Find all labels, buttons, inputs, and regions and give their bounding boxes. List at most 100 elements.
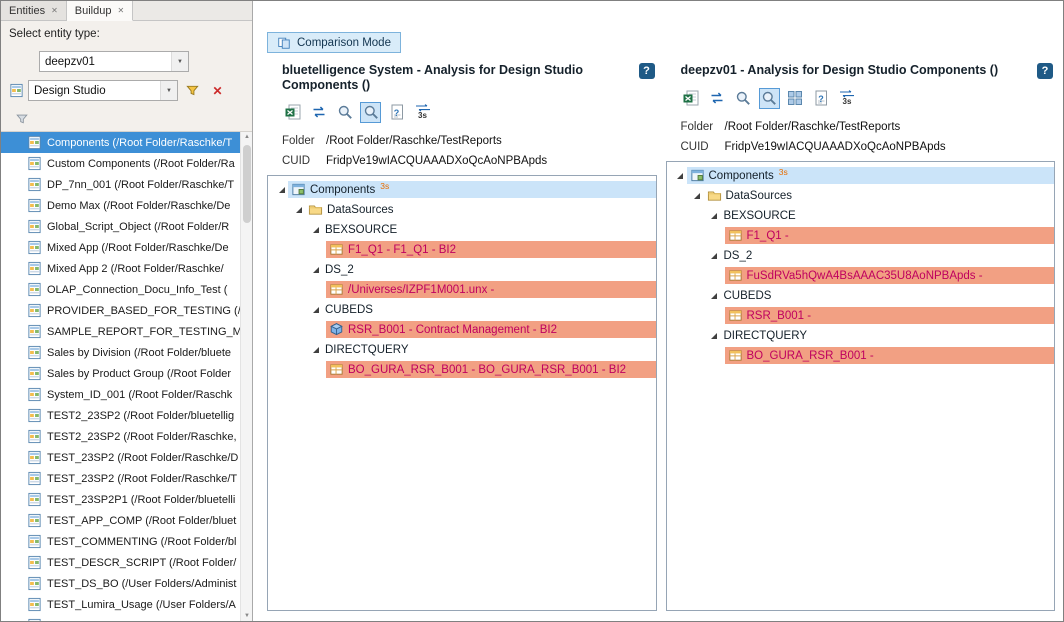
tree-label: RSR_B001 -	[747, 310, 812, 322]
list-item[interactable]: TEST_23SP2P1 (/Root Folder/bluetelli	[1, 489, 252, 510]
tree-row[interactable]: DIRECTQUERY	[268, 340, 656, 360]
list-item[interactable]: TEST2_23SP2 (/Root Folder/bluetellig	[1, 405, 252, 426]
components-icon	[291, 182, 306, 197]
help-doc-icon[interactable]: ?	[386, 102, 407, 123]
list-item[interactable]: OLAP_Connection_Docu_Info_Test (	[1, 279, 252, 300]
tree-label: RSR_B001 - Contract Management - BI2	[348, 324, 557, 336]
expander-icon[interactable]	[708, 292, 721, 300]
expander-icon[interactable]	[292, 206, 305, 214]
design-studio-app-icon	[27, 387, 42, 402]
list-item[interactable]: TEST_Lumira_Usage (/User Folders/A	[1, 594, 252, 615]
zoom-icon[interactable]	[733, 88, 754, 109]
list-item[interactable]: Sales by Division (/Root Folder/bluete	[1, 342, 252, 363]
zoom-selected-icon[interactable]	[759, 88, 780, 109]
datasource-icon	[728, 308, 743, 323]
zoom-icon[interactable]	[334, 102, 355, 123]
tab-buildup[interactable]: Buildup ✕	[67, 1, 133, 21]
sync-icon[interactable]	[707, 88, 728, 109]
list-item[interactable]: TEST_ON_SMALL_INITIAL_VIEW (/Ro	[1, 615, 252, 621]
help-icon[interactable]: ?	[639, 63, 655, 79]
help-doc-icon[interactable]: ?	[811, 88, 832, 109]
sync-icon[interactable]	[308, 102, 329, 123]
help-icon[interactable]: ?	[1037, 63, 1053, 79]
scrollbar-thumb[interactable]	[243, 145, 251, 223]
expander-icon[interactable]	[309, 306, 322, 314]
tree-row[interactable]: RSR_B001 -	[667, 306, 1055, 326]
expander-icon[interactable]	[708, 332, 721, 340]
expander-icon[interactable]	[309, 346, 322, 354]
scrollbar[interactable]: ▲ ▼	[240, 132, 252, 621]
list-item[interactable]: TEST_DS_BO (/User Folders/Administ	[1, 573, 252, 594]
list-item[interactable]: SAMPLE_REPORT_FOR_TESTING_M (	[1, 321, 252, 342]
zoom-selected-icon[interactable]	[360, 102, 381, 123]
list-item[interactable]: DP_7nn_001 (/Root Folder/Raschke/T	[1, 174, 252, 195]
close-icon[interactable]: ✕	[51, 7, 58, 15]
expander-icon[interactable]	[309, 226, 322, 234]
expander-icon[interactable]	[275, 186, 288, 194]
excel-export-icon[interactable]	[282, 102, 303, 123]
list-item[interactable]: System_ID_001 (/Root Folder/Raschk	[1, 384, 252, 405]
three-s-icon[interactable]: 3s	[837, 88, 858, 109]
tree-row[interactable]: Components 3s	[667, 166, 1055, 186]
scroll-down-icon[interactable]: ▼	[241, 613, 252, 619]
tree-row[interactable]: CUBEDS	[667, 286, 1055, 306]
design-studio-app-icon	[27, 198, 42, 213]
tree-row[interactable]: BO_GURA_RSR_B001 - BO_GURA_RSR_B001 - BI…	[268, 360, 656, 380]
list-item[interactable]: Sales by Product Group (/Root Folder	[1, 363, 252, 384]
list-item[interactable]: Mixed App (/Root Folder/Raschke/De	[1, 237, 252, 258]
list-item[interactable]: Demo Max (/Root Folder/Raschke/De	[1, 195, 252, 216]
tree-label: F1_Q1 -	[747, 230, 789, 242]
tree-row[interactable]: F1_Q1 -	[667, 226, 1055, 246]
tree-row[interactable]: RSR_B001 - Contract Management - BI2	[268, 320, 656, 340]
expander-icon[interactable]	[691, 192, 704, 200]
tree-row[interactable]: BEXSOURCE	[268, 220, 656, 240]
chevron-down-icon[interactable]: ▼	[160, 81, 177, 100]
list-item[interactable]: Mixed App 2 (/Root Folder/Raschke/	[1, 258, 252, 279]
clear-filter-button[interactable]: ✕	[207, 80, 228, 101]
help-doc-question: ?	[812, 94, 831, 104]
filter-button[interactable]	[182, 80, 203, 101]
tree-row[interactable]: Components 3s	[268, 180, 656, 200]
expander-icon[interactable]	[708, 252, 721, 260]
list-item[interactable]: TEST_DESCR_SCRIPT (/Root Folder/	[1, 552, 252, 573]
entity-label: Custom Components (/Root Folder/Ra	[47, 158, 235, 170]
scroll-up-icon[interactable]: ▲	[241, 134, 252, 140]
three-s-icon[interactable]: 3s	[412, 102, 433, 123]
list-item[interactable]: TEST_23SP2 (/Root Folder/Raschke/T	[1, 468, 252, 489]
list-item[interactable]: TEST_23SP2 (/Root Folder/Raschke/D	[1, 447, 252, 468]
tree-row[interactable]: CUBEDS	[268, 300, 656, 320]
list-filter-icon[interactable]	[11, 109, 32, 130]
tab-entities[interactable]: Entities ✕	[1, 1, 67, 20]
expander-icon[interactable]	[708, 212, 721, 220]
entity-type-dropdown[interactable]: Design Studio ▼	[28, 80, 178, 101]
entity-label: TEST_COMMENTING (/Root Folder/bl	[47, 536, 236, 548]
tree-row[interactable]: DataSources	[268, 200, 656, 220]
list-item[interactable]: TEST_COMMENTING (/Root Folder/bl	[1, 531, 252, 552]
comparison-mode-button[interactable]: Comparison Mode	[267, 32, 401, 53]
tree-row[interactable]: DS_2	[667, 246, 1055, 266]
excel-export-icon[interactable]	[681, 88, 702, 109]
list-item[interactable]: TEST_APP_COMP (/Root Folder/bluet	[1, 510, 252, 531]
chevron-down-icon[interactable]: ▼	[171, 52, 188, 71]
tree-label: FuSdRVa5hQwA4BsAAAC35U8AoNPBApds -	[747, 270, 983, 282]
grid-icon[interactable]	[785, 88, 806, 109]
entity-label: DP_7nn_001 (/Root Folder/Raschke/T	[47, 179, 234, 191]
tree-row[interactable]: BO_GURA_RSR_B001 -	[667, 346, 1055, 366]
expander-icon[interactable]	[674, 172, 687, 180]
list-item[interactable]: Global_Script_Object (/Root Folder/R	[1, 216, 252, 237]
list-item[interactable]: TEST2_23SP2 (/Root Folder/Raschke,	[1, 426, 252, 447]
tree-row[interactable]: FuSdRVa5hQwA4BsAAAC35U8AoNPBApds -	[667, 266, 1055, 286]
list-item[interactable]: Components (/Root Folder/Raschke/T	[1, 132, 252, 153]
tree-row[interactable]: DS_2	[268, 260, 656, 280]
expander-icon[interactable]	[309, 266, 322, 274]
comparison-mode-label: Comparison Mode	[297, 37, 391, 49]
list-item[interactable]: PROVIDER_BASED_FOR_TESTING (/F	[1, 300, 252, 321]
tree-row[interactable]: DataSources	[667, 186, 1055, 206]
tree-row[interactable]: /Universes/IZPF1M001.unx -	[268, 280, 656, 300]
tree-row[interactable]: BEXSOURCE	[667, 206, 1055, 226]
close-icon[interactable]: ✕	[117, 7, 124, 15]
list-item[interactable]: Custom Components (/Root Folder/Ra	[1, 153, 252, 174]
tree-row[interactable]: DIRECTQUERY	[667, 326, 1055, 346]
system-dropdown[interactable]: deepzv01 ▼	[39, 51, 189, 72]
tree-row[interactable]: F1_Q1 - F1_Q1 - BI2	[268, 240, 656, 260]
